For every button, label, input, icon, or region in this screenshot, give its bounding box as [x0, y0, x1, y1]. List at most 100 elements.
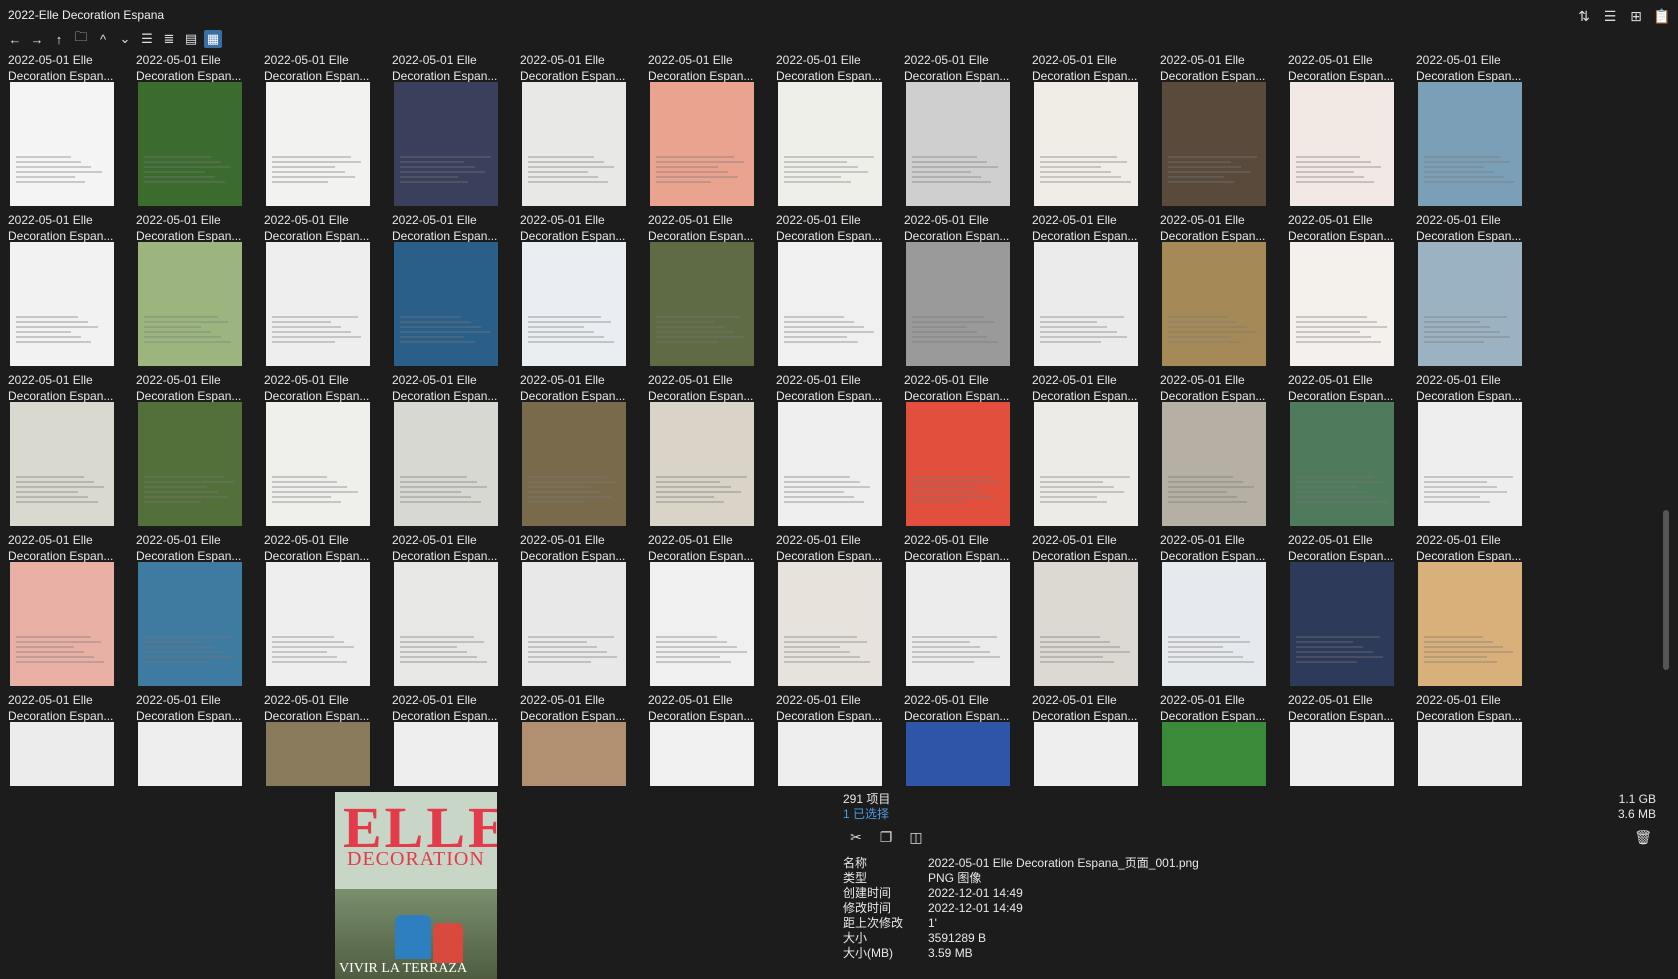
page-thumbnail [1162, 82, 1266, 206]
file-thumbnail-item[interactable]: 2022-05-01 Elle Decoration Espan... [8, 692, 145, 786]
vertical-scrollbar[interactable] [1662, 40, 1670, 780]
page-thumbnail [1034, 82, 1138, 206]
tiles-view-icon[interactable]: ▤ [182, 30, 200, 48]
preview-cover-line: VIVIR LA TERRAZA [339, 961, 468, 976]
list-view-icon[interactable]: ≣ [160, 30, 178, 48]
back-icon[interactable]: ← [6, 30, 24, 48]
file-thumbnail-item[interactable]: 2022-05-01 Elle Decoration Espan... [8, 52, 145, 223]
file-thumbnail-item[interactable]: 2022-05-01 Elle Decoration Espan... [904, 52, 1041, 223]
chevron-up-icon[interactable]: ^ [94, 30, 112, 48]
file-thumbnail-item[interactable]: 2022-05-01 Elle Decoration Espan... [392, 212, 529, 383]
copy-icon[interactable]: ❐ [878, 829, 894, 845]
file-thumbnail-item[interactable]: 2022-05-01 Elle Decoration Espan... [648, 692, 785, 786]
file-thumbnail-item[interactable]: 2022-05-01 Elle Decoration Espan... [648, 212, 785, 383]
file-thumbnail-item[interactable]: 2022-05-01 Elle Decoration Espan... [264, 692, 401, 786]
file-thumbnail-item[interactable]: 2022-05-01 Elle Decoration Espan... [392, 52, 529, 223]
file-thumbnail-item[interactable]: 2022-05-01 Elle Decoration Espan... [136, 372, 273, 543]
scrollbar-thumb[interactable] [1663, 510, 1669, 670]
compare-icon[interactable]: ◫ [908, 829, 924, 845]
file-name-label: 2022-05-01 Elle Decoration Espan... [1288, 213, 1394, 243]
page-thumbnail [1418, 562, 1522, 686]
up-icon[interactable]: ↑ [50, 30, 68, 48]
file-thumbnail-item[interactable]: 2022-05-01 Elle Decoration Espan... [1032, 692, 1169, 786]
file-thumbnail-item[interactable]: 2022-05-01 Elle Decoration Espan... [904, 212, 1041, 383]
file-thumbnail-item[interactable]: 2022-05-01 Elle Decoration Espan... [136, 212, 273, 383]
file-thumbnail-item[interactable]: 2022-05-01 Elle Decoration Espan... [904, 692, 1041, 786]
page-thumbnail [1418, 82, 1522, 206]
property-row: 大小(MB) 3.59 MB [843, 946, 1199, 961]
file-thumbnail-item[interactable]: 2022-05-01 Elle Decoration Espan... [264, 372, 401, 543]
folder-icon[interactable]: 🗀 [72, 29, 90, 48]
file-thumbnail-item[interactable]: 2022-05-01 Elle Decoration Espan... [264, 212, 401, 383]
page-thumbnail [1290, 402, 1394, 526]
chevron-down-icon[interactable]: ⌄ [116, 30, 134, 48]
file-thumbnail-item[interactable]: 2022-05-01 Elle Decoration Espan... [392, 372, 529, 543]
file-thumbnail-item[interactable]: 2022-05-01 Elle Decoration Espan... [1288, 52, 1425, 223]
file-thumbnail-item[interactable]: 2022-05-01 Elle Decoration Espan... [1160, 212, 1297, 383]
file-thumbnail-item[interactable]: 2022-05-01 Elle Decoration Espan... [1416, 372, 1553, 543]
page-thumbnail [1290, 562, 1394, 686]
file-thumbnail-item[interactable]: 2022-05-01 Elle Decoration Espan... [1416, 692, 1553, 786]
file-thumbnail-item[interactable]: 2022-05-01 Elle Decoration Espan... [904, 372, 1041, 543]
file-thumbnail-item[interactable]: 2022-05-01 Elle Decoration Espan... [1032, 52, 1169, 223]
file-thumbnail-item[interactable]: 2022-05-01 Elle Decoration Espan... [1416, 212, 1553, 383]
file-thumbnail-item[interactable]: 2022-05-01 Elle Decoration Espan... [8, 212, 145, 383]
file-name-label: 2022-05-01 Elle Decoration Espan... [1032, 213, 1138, 243]
file-thumbnail-item[interactable]: 2022-05-01 Elle Decoration Espan... [1288, 532, 1425, 703]
file-thumbnail-item[interactable]: 2022-05-01 Elle Decoration Espan... [520, 212, 657, 383]
file-thumbnail-item[interactable]: 2022-05-01 Elle Decoration Espan... [8, 372, 145, 543]
file-thumbnail-item[interactable]: 2022-05-01 Elle Decoration Espan... [520, 532, 657, 703]
file-thumbnail-item[interactable]: 2022-05-01 Elle Decoration Espan... [8, 532, 145, 703]
trash-icon[interactable]: 🗑 [1634, 829, 1652, 846]
file-thumbnail-item[interactable]: 2022-05-01 Elle Decoration Espan... [1032, 372, 1169, 543]
list-view-icon[interactable]: ☰ [1602, 8, 1618, 24]
file-thumbnail-item[interactable]: 2022-05-01 Elle Decoration Espan... [904, 532, 1041, 703]
file-thumbnail-item[interactable]: 2022-05-01 Elle Decoration Espan... [776, 372, 913, 543]
thumbnail-view-icon[interactable]: ▦ [204, 30, 222, 48]
file-name-label: 2022-05-01 Elle Decoration Espan... [776, 533, 882, 563]
page-thumbnail [650, 82, 754, 206]
file-thumbnail-item[interactable]: 2022-05-01 Elle Decoration Espan... [392, 692, 529, 786]
file-thumbnail-item[interactable]: 2022-05-01 Elle Decoration Espan... [1416, 52, 1553, 223]
property-value: 3591289 B [928, 931, 987, 945]
file-thumbnail-item[interactable]: 2022-05-01 Elle Decoration Espan... [1416, 532, 1553, 703]
details-view-icon[interactable]: ☰ [138, 30, 156, 48]
file-thumbnail-item[interactable]: 2022-05-01 Elle Decoration Espan... [648, 372, 785, 543]
file-thumbnail-item[interactable]: 2022-05-01 Elle Decoration Espan... [264, 532, 401, 703]
file-thumbnail-item[interactable]: 2022-05-01 Elle Decoration Espan... [1160, 52, 1297, 223]
file-thumbnail-item[interactable]: 2022-05-01 Elle Decoration Espan... [776, 212, 913, 383]
file-thumbnail-item[interactable]: 2022-05-01 Elle Decoration Espan... [136, 692, 273, 786]
file-thumbnail-item[interactable]: 2022-05-01 Elle Decoration Espan... [776, 532, 913, 703]
file-thumbnail-item[interactable]: 2022-05-01 Elle Decoration Espan... [520, 52, 657, 223]
file-thumbnail-item[interactable]: 2022-05-01 Elle Decoration Espan... [1032, 212, 1169, 383]
file-thumbnail-item[interactable]: 2022-05-01 Elle Decoration Espan... [520, 372, 657, 543]
cut-icon[interactable]: ✂ [848, 829, 864, 845]
clipboard-icon[interactable]: 📋 [1653, 8, 1670, 24]
file-thumbnail-item[interactable]: 2022-05-01 Elle Decoration Espan... [1288, 212, 1425, 383]
sort-icon[interactable]: ⇅ [1576, 8, 1592, 24]
file-thumbnail-item[interactable]: 2022-05-01 Elle Decoration Espan... [136, 52, 273, 223]
forward-icon[interactable]: → [28, 30, 46, 48]
page-thumbnail [266, 402, 370, 526]
page-thumbnail [522, 242, 626, 366]
file-thumbnail-item[interactable]: 2022-05-01 Elle Decoration Espan... [264, 52, 401, 223]
file-thumbnail-item[interactable]: 2022-05-01 Elle Decoration Espan... [1032, 532, 1169, 703]
page-thumbnail [1418, 242, 1522, 366]
file-thumbnail-item[interactable]: 2022-05-01 Elle Decoration Espan... [776, 692, 913, 786]
file-thumbnail-item[interactable]: 2022-05-01 Elle Decoration Espan... [1288, 692, 1425, 786]
page-thumbnail [1162, 402, 1266, 526]
property-row: 距上次修改 1' [843, 916, 1199, 931]
file-thumbnail-item[interactable]: 2022-05-01 Elle Decoration Espan... [1160, 532, 1297, 703]
file-thumbnail-item[interactable]: 2022-05-01 Elle Decoration Espan... [520, 692, 657, 786]
file-thumbnail-item[interactable]: 2022-05-01 Elle Decoration Espan... [136, 532, 273, 703]
file-thumbnail-item[interactable]: 2022-05-01 Elle Decoration Espan... [648, 532, 785, 703]
file-thumbnail-item[interactable]: 2022-05-01 Elle Decoration Espan... [648, 52, 785, 223]
new-window-icon[interactable]: ⊞ [1628, 8, 1644, 24]
property-value: 2022-12-01 14:49 [928, 901, 1023, 915]
file-thumbnail-item[interactable]: 2022-05-01 Elle Decoration Espan... [776, 52, 913, 223]
file-thumbnail-item[interactable]: 2022-05-01 Elle Decoration Espan... [1288, 372, 1425, 543]
file-thumbnail-item[interactable]: 2022-05-01 Elle Decoration Espan... [1160, 692, 1297, 786]
file-thumbnail-item[interactable]: 2022-05-01 Elle Decoration Espan... [1160, 372, 1297, 543]
file-thumbnail-item[interactable]: 2022-05-01 Elle Decoration Espan... [392, 532, 529, 703]
file-name-label: 2022-05-01 Elle Decoration Espan... [1032, 693, 1138, 723]
